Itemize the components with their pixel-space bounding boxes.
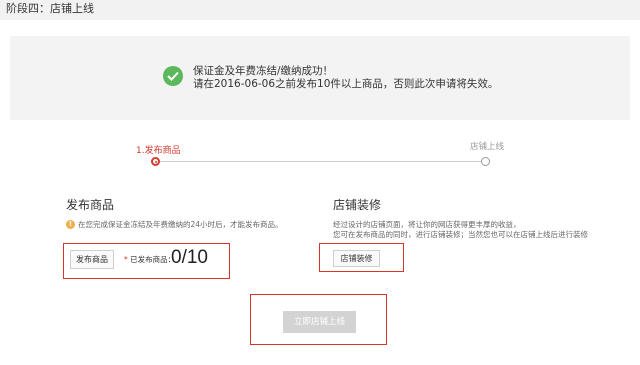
published-goods-count: 0/10 <box>171 247 208 268</box>
publish-goods-button[interactable]: 发布商品 <box>70 250 114 269</box>
published-goods-label-text: 已发布商品： <box>130 255 176 264</box>
step-label-publish: 1.发布商品 <box>136 146 181 156</box>
notice-deadline-text: 请在2016-06-06之前发布10件以上商品，否则此次申请将失效。 <box>193 78 499 90</box>
step-label-go-live: 店铺上线 <box>470 142 505 152</box>
stage-title: 阶段四：店铺上线 <box>6 2 94 15</box>
check-circle-icon <box>163 66 183 86</box>
publish-section-title: 发布商品 <box>66 198 115 212</box>
decorate-section-note-line2: 您可在发布商品的同时，进行店铺装修；当然您也可以在店铺上线后进行装修 <box>333 230 588 239</box>
decorate-section-title: 店铺装修 <box>333 198 382 212</box>
decorate-section-note-line1: 经过设计的店铺页面，将让你的网店获得更丰厚的收益， <box>333 220 521 229</box>
step-dot-active <box>151 157 160 166</box>
step-dot-inactive <box>481 157 490 166</box>
publish-section-note: 在您完成保证金冻结及年费缴纳的24小时后，才能发布商品。 <box>78 220 283 229</box>
go-live-now-button[interactable]: 立即店铺上线 <box>283 311 356 333</box>
required-star: * <box>124 255 128 264</box>
info-icon: ! <box>66 220 75 229</box>
notice-success-text: 保证金及年费冻结/缴纳成功！ <box>193 65 334 77</box>
header-bar <box>0 0 640 20</box>
progress-track <box>156 161 486 162</box>
store-decorate-button[interactable]: 店铺装修 <box>333 250 380 267</box>
published-goods-label: * 已发布商品： <box>124 255 175 265</box>
